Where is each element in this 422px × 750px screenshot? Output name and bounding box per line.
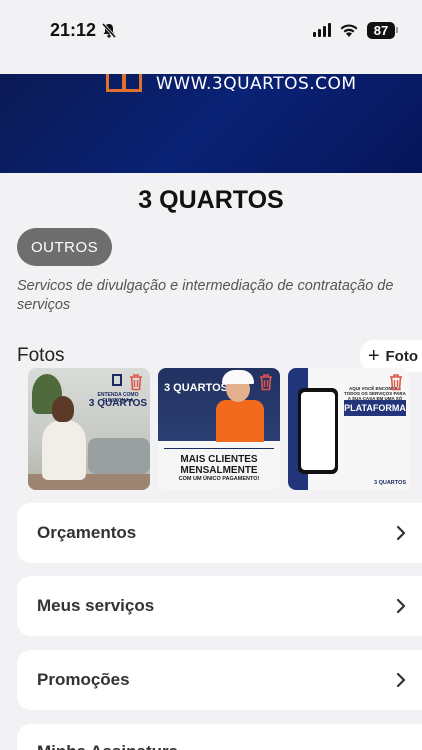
menu-item-label: Minha Assinatura [37,742,178,750]
trash-icon[interactable] [388,373,404,391]
menu-item-meus-servicos[interactable]: Meus serviços [17,576,422,636]
chevron-right-icon [396,672,406,688]
photo-caption-large: 3 QUARTOS [88,398,148,409]
banner-logo [106,74,142,92]
menu-item-minha-assinatura[interactable]: Minha Assinatura [17,724,422,750]
battery-icon: 87 [367,21,398,39]
add-photo-label: Foto [385,347,418,365]
menu-item-promocoes[interactable]: Promoções [17,650,422,710]
photo-thumbnail[interactable]: 3 QUARTOS MAIS CLIENTES MENSALMENTE COM … [158,368,280,490]
cellular-signal-icon [313,23,331,37]
plus-icon: + [367,345,380,367]
menu-item-label: Orçamentos [37,523,137,542]
photos-title: Fotos [17,345,65,366]
chevron-right-icon [396,525,406,541]
status-time: 21:12 [50,19,97,40]
cover-banner: WWW.3QUARTOS.COM [0,74,422,173]
banner-url: WWW.3QUARTOS.COM [156,74,357,94]
photo-thumbnail[interactable]: ENTENDA COMO FUNCIONA A 3 QUARTOS [28,368,150,490]
wifi-icon [340,23,358,37]
status-bar: 21:12 87 [0,0,422,60]
logo-icon [112,374,122,386]
trash-icon[interactable] [258,373,274,391]
menu-item-label: Promoções [37,670,130,689]
profile-description: Servicos de divulgação e intermediação d… [17,278,394,313]
category-badge: OUTROS [17,228,113,266]
photo-caption-large: MAIS CLIENTES MENSALMENTE [180,454,258,476]
menu-item-orcamentos[interactable]: Orçamentos [17,503,422,563]
photo-caption-small: COM UM ÚNICO PAGAMENTO! [178,476,260,482]
photo-caption-large: PLATAFORMA [344,400,406,416]
chevron-right-icon [396,598,406,614]
battery-level: 87 [367,21,395,39]
trash-icon[interactable] [128,373,144,391]
menu-item-label: Meus serviços [37,596,155,615]
photo-thumbnail[interactable]: AQUI VOCÊ ENCONTRA TODOS OS SERVIÇOS PAR… [288,368,410,490]
photo-footer: 3 QUARTOS [374,480,406,486]
profile-name: 3 QUARTOS [138,186,284,214]
bell-muted-icon [102,22,117,38]
photo-brand: 3 QUARTOS [164,382,228,394]
